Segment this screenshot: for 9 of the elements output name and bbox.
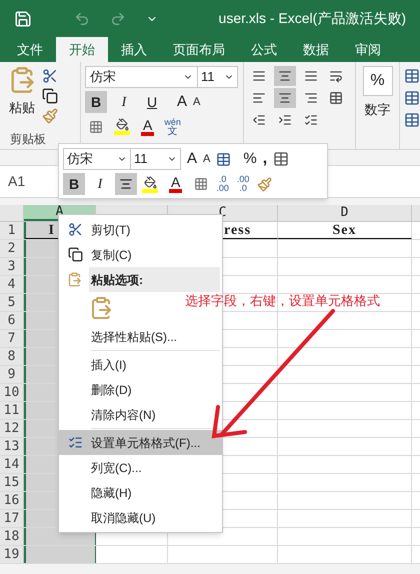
menu-section-label: 粘贴选项: xyxy=(89,267,220,292)
group-label: 数字 xyxy=(364,101,390,119)
font-size-value: 11 xyxy=(134,150,148,168)
window-title: user.xls - Excel(产品激活失败) xyxy=(218,9,406,28)
group-label: 剪贴板 xyxy=(9,131,47,148)
font-size-value: 11 xyxy=(201,68,216,86)
font-value: 仿宋 xyxy=(67,150,94,168)
annotation-text: 选择字段，右键，设置单元格格式 xyxy=(185,292,380,310)
font-value: 仿宋 xyxy=(90,68,117,86)
